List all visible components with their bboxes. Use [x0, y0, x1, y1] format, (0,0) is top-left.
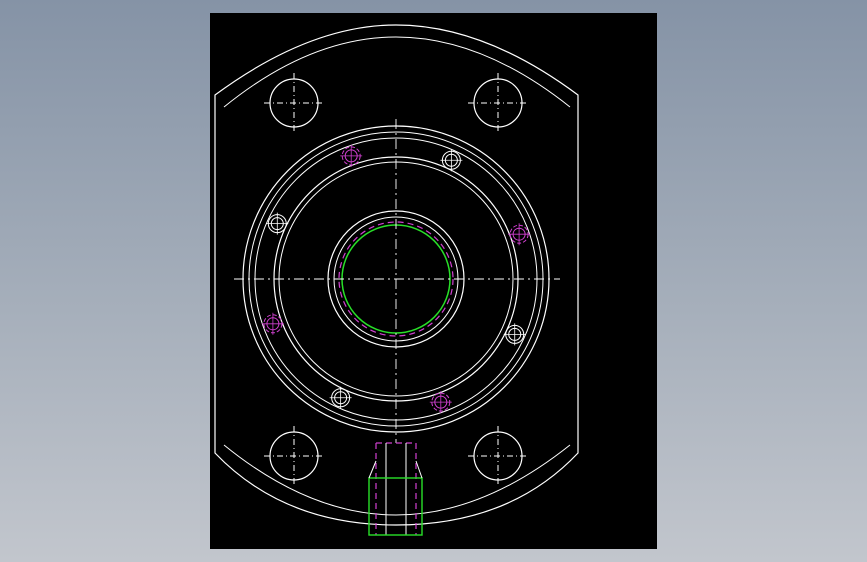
flange-plate-inner-outline [223, 36, 571, 108]
flange-plate-outline [214, 24, 579, 526]
center-lines [234, 119, 560, 443]
corner-hole-bottom-right [468, 426, 528, 486]
corner-hole-bottom-left [264, 426, 324, 486]
port-boss [368, 477, 423, 536]
flange-plate-inner-outline-bottom [223, 444, 571, 516]
flange-drawing [214, 24, 579, 536]
corner-hole-top-left [264, 73, 324, 133]
cad-viewport[interactable] [210, 13, 657, 549]
threaded-port [368, 442, 423, 536]
corner-hole-top-right [468, 73, 528, 133]
